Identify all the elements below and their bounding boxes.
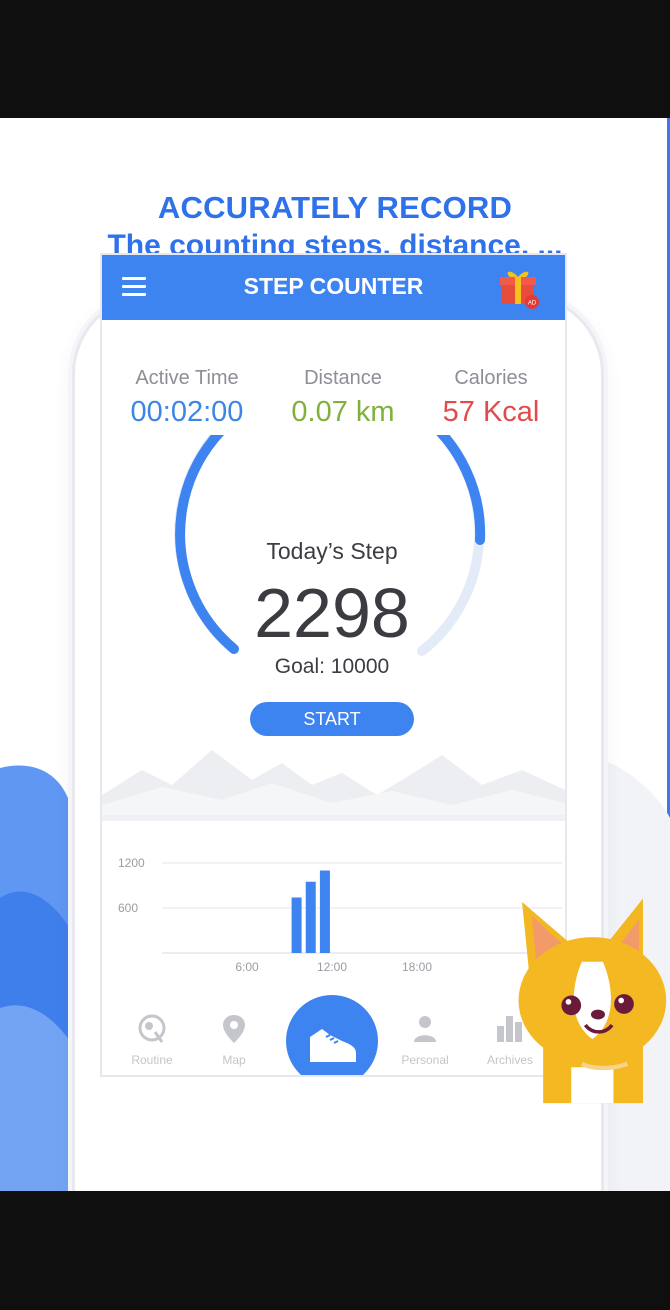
nav-item-routine[interactable]: Routine: [112, 1012, 192, 1067]
nav-label-routine: Routine: [131, 1053, 173, 1067]
top-letterbox: [0, 0, 670, 118]
x-tick-label: 6:00: [235, 960, 259, 974]
stats-row: Active Time 00:02:00 Distance 0.07 km Ca…: [102, 367, 565, 437]
step-goal: Goal: 10000: [274, 655, 390, 678]
chart-bar: [305, 881, 316, 953]
mountains-illustration: [102, 750, 565, 815]
chart-bar: [291, 897, 302, 953]
stat-calories: Calories 57 Kcal: [416, 367, 565, 429]
app-bar: STEP COUNTER AD: [102, 255, 565, 320]
y-tick-label: 1200: [118, 856, 145, 870]
routine-icon: [138, 1014, 166, 1043]
nav-item-personal[interactable]: Personal: [385, 1012, 465, 1067]
corgi-mascot: [518, 898, 667, 1104]
headline-title: ACCURATELY RECORD: [157, 190, 513, 225]
y-tick-label: 600: [118, 901, 138, 915]
active-time-label: Active Time: [135, 367, 239, 389]
chart-bar: [319, 870, 330, 953]
todays-step-value: 2298: [254, 574, 410, 652]
nav-item-map[interactable]: Map: [194, 1012, 274, 1067]
stat-active-time: Active Time 00:02:00: [112, 367, 262, 429]
active-time-value: 00:02:00: [130, 396, 244, 428]
todays-step-label: Today’s Step: [266, 538, 398, 564]
distance-value: 0.07 km: [291, 396, 395, 428]
bottom-letterbox: [0, 1191, 670, 1310]
person-icon: [414, 1016, 436, 1042]
x-tick-label: 18:00: [402, 960, 432, 974]
x-tick-label: 12:00: [317, 960, 347, 974]
map-pin-icon: [223, 1015, 245, 1043]
calories-label: Calories: [454, 367, 528, 389]
stat-distance: Distance 0.07 km: [268, 367, 418, 429]
gift-icon[interactable]: AD: [498, 266, 542, 310]
calories-value: 57 Kcal: [442, 396, 540, 428]
nav-label-map: Map: [222, 1053, 246, 1067]
start-button[interactable]: START: [250, 702, 414, 736]
shoe-icon: [310, 1029, 356, 1062]
nav-label-personal: Personal: [401, 1053, 449, 1067]
distance-label: Distance: [304, 367, 382, 389]
ad-badge: AD: [528, 301, 537, 307]
app-title: STEP COUNTER: [243, 273, 424, 299]
shoe-fab-button[interactable]: [286, 995, 378, 1075]
